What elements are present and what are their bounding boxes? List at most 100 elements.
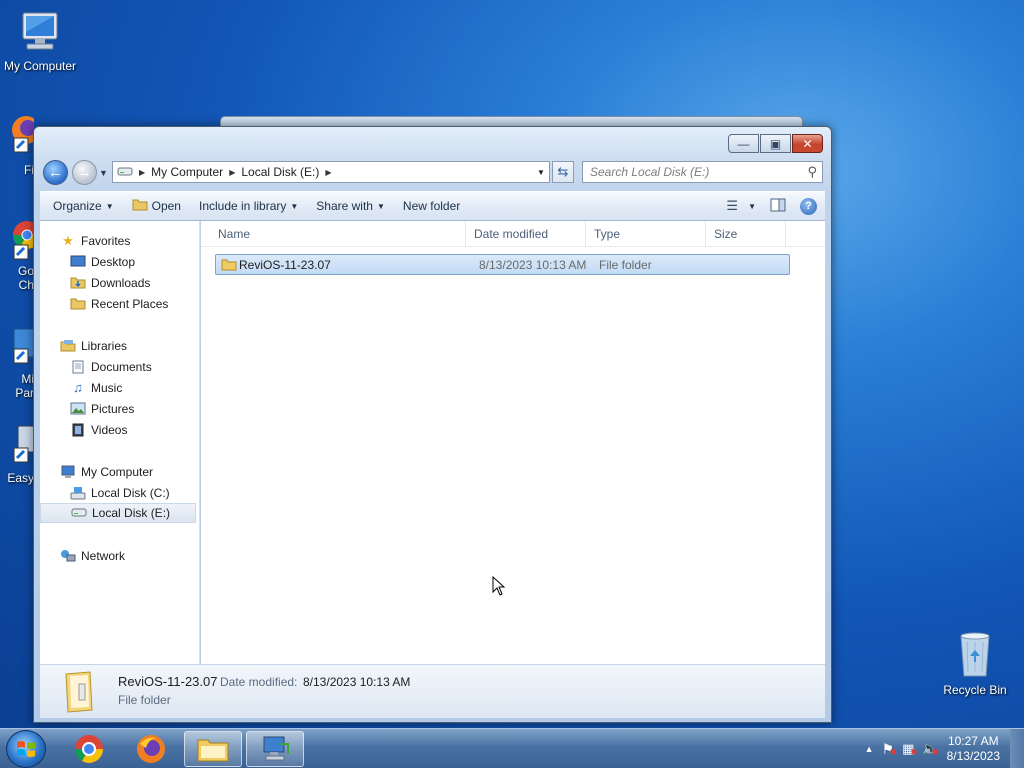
details-date-value: 8/13/2023 10:13 AM	[303, 675, 411, 689]
nav-downloads[interactable]: Downloads	[70, 273, 150, 293]
nav-label: Documents	[91, 360, 152, 374]
nav-label: Favorites	[81, 234, 131, 248]
address-dropdown-icon[interactable]: ▼	[533, 162, 549, 182]
show-hidden-icons-button[interactable]: ▲	[865, 744, 874, 754]
clock[interactable]: 10:27 AM 8/13/2023	[947, 734, 1000, 764]
explorer-window[interactable]: — ▣ ✕ ← → ▼ ▶ My Computer ▶ Local Disk (…	[33, 126, 832, 723]
chevron-down-icon: ▼	[748, 201, 756, 211]
caption-buttons: — ▣ ✕	[728, 134, 823, 153]
help-button[interactable]: ?	[800, 197, 817, 215]
desktop-icon-my-computer[interactable]: My Computer	[0, 10, 80, 73]
taskbar-explorer[interactable]	[184, 731, 242, 767]
desktop-icon-partial-4[interactable]: Easy	[0, 422, 34, 492]
folder-icon	[197, 739, 229, 762]
desktop-icon-recycle-bin[interactable]: Recycle Bin	[935, 630, 1015, 697]
view-controls: ☰ ▼ ?	[726, 192, 825, 220]
forward-button[interactable]: →	[72, 160, 97, 185]
start-button[interactable]	[6, 730, 46, 768]
refresh-icon: ⇆	[557, 164, 569, 179]
desktop-icon-partial-3[interactable]: Mi Par	[0, 325, 34, 405]
arrow-right-icon: →	[77, 164, 92, 181]
back-button[interactable]: ←	[43, 160, 68, 185]
recent-pages-dropdown[interactable]: ▼	[99, 168, 108, 178]
column-name[interactable]: Name	[201, 221, 466, 247]
taskbar-remote-app[interactable]	[246, 731, 304, 767]
action-center-icon[interactable]: ⚑ ✖	[882, 741, 898, 758]
command-bar: Organize ▼ Open Include in library ▼ Share…	[40, 191, 825, 221]
taskbar: ▲ ⚑ ✖ ▦ ✖ 🔈 ✖ 10:27 AM 8/13/2023	[0, 728, 1024, 768]
refresh-button[interactable]: ⇆	[552, 161, 574, 183]
open-button[interactable]: Open	[123, 194, 190, 218]
arrow-left-icon: ←	[48, 164, 63, 181]
downloads-folder-icon	[70, 276, 86, 290]
pictures-icon	[70, 402, 86, 416]
chevron-right-icon[interactable]: ▶	[325, 168, 331, 177]
search-placeholder: Search Local Disk (E:)	[590, 165, 710, 179]
preview-pane-icon	[770, 198, 786, 211]
recent-places-icon	[70, 297, 86, 311]
taskbar-chrome[interactable]	[60, 731, 118, 767]
column-label: Date modified	[474, 227, 549, 241]
include-label: Include in library	[198, 199, 287, 213]
change-view-button[interactable]: ☰ ▼	[726, 198, 756, 214]
column-type[interactable]: Type	[586, 221, 706, 247]
column-date-modified[interactable]: Date modified	[466, 221, 586, 247]
network-status-icon[interactable]: ▦ ✖	[902, 741, 918, 757]
details-pane: ReviOS-11-23.07 Date modified: 8/13/2023…	[40, 664, 825, 718]
clock-date: 8/13/2023	[946, 749, 1000, 763]
new-folder-button[interactable]: New folder	[394, 194, 469, 218]
address-bar[interactable]: ▶ My Computer ▶ Local Disk (E:) ▶ ▼	[112, 161, 550, 183]
firefox-shortcut-icon	[12, 116, 34, 153]
chrome-shortcut-icon	[13, 221, 34, 260]
desktop-icon-label: Par	[15, 386, 34, 400]
show-desktop-button[interactable]	[1010, 729, 1024, 768]
preview-pane-button[interactable]	[770, 198, 786, 215]
network-icon	[60, 549, 76, 563]
search-icon[interactable]: ⚲	[807, 164, 817, 180]
maximize-button[interactable]: ▣	[760, 134, 791, 153]
taskbar-firefox[interactable]	[122, 731, 180, 767]
nav-desktop[interactable]: Desktop	[70, 252, 135, 272]
desktop-icon-firefox-partial[interactable]: Fi	[0, 112, 34, 182]
nav-recent-places[interactable]: Recent Places	[70, 294, 168, 314]
new-folder-label: New folder	[402, 199, 461, 213]
nav-local-disk-c[interactable]: Local Disk (C:)	[70, 483, 170, 503]
nav-my-computer[interactable]: My Computer	[60, 462, 153, 482]
nav-label: Music	[91, 381, 123, 395]
nav-libraries[interactable]: Libraries	[60, 336, 127, 356]
nav-videos[interactable]: Videos	[70, 420, 127, 440]
organize-button[interactable]: Organize ▼	[44, 194, 123, 218]
desktop-icon-label: Fi	[24, 163, 34, 177]
nav-network[interactable]: Network	[60, 546, 125, 566]
computer-icon	[60, 465, 76, 479]
star-icon: ★	[62, 233, 74, 248]
desktop-icon-label: Recycle Bin	[943, 683, 1007, 697]
include-in-library-button[interactable]: Include in library ▼	[190, 194, 307, 218]
drive-icon	[71, 506, 87, 520]
nav-documents[interactable]: Documents	[70, 357, 152, 377]
table-row[interactable]: ReviOS-11-23.07 8/13/2023 10:13 AM File …	[215, 254, 790, 275]
desktop-icon-chrome-partial[interactable]: Go Ch	[0, 215, 34, 300]
close-button[interactable]: ✕	[792, 134, 823, 153]
mouse-cursor-icon	[492, 576, 506, 596]
nav-label: My Computer	[81, 465, 154, 479]
volume-icon[interactable]: 🔈 ✖	[922, 741, 939, 757]
desktop-icon	[70, 255, 86, 269]
nav-favorites[interactable]: ★ Favorites	[60, 231, 130, 251]
minimize-button[interactable]: —	[728, 134, 759, 153]
search-box[interactable]: Search Local Disk (E:) ⚲	[582, 161, 823, 183]
close-icon: ✕	[802, 136, 813, 151]
breadcrumb-local-disk-e[interactable]: Local Disk (E:)	[235, 165, 325, 179]
chrome-icon	[75, 735, 103, 763]
system-drive-icon	[70, 486, 86, 500]
libraries-icon	[60, 339, 76, 353]
column-size[interactable]: Size	[706, 221, 786, 247]
nav-music[interactable]: ♫ Music	[70, 378, 122, 398]
chevron-right-icon[interactable]: ▶	[133, 168, 145, 177]
share-with-button[interactable]: Share with ▼	[307, 194, 394, 218]
nav-local-disk-e[interactable]: Local Disk (E:)	[40, 503, 196, 523]
details-file-name: ReviOS-11-23.07	[118, 674, 218, 689]
nav-pictures[interactable]: Pictures	[70, 399, 134, 419]
videos-icon	[70, 423, 86, 437]
breadcrumb-my-computer[interactable]: My Computer	[145, 165, 229, 179]
